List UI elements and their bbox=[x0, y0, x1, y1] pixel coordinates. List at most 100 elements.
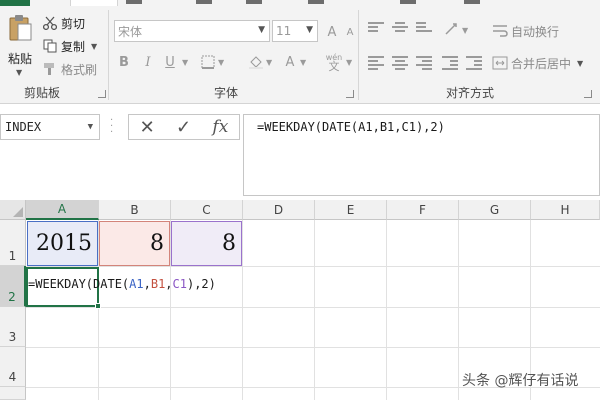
formula-ref-c1: C1 bbox=[172, 277, 187, 291]
column-header-f[interactable]: F bbox=[387, 200, 459, 220]
column-header-c[interactable]: C bbox=[171, 200, 243, 220]
tab-file[interactable] bbox=[0, 0, 30, 6]
watermark-text: 头条 @辉仔有话说 bbox=[462, 373, 579, 389]
fill-color-dropdown-icon[interactable]: ▼ bbox=[266, 58, 272, 67]
tab-review[interactable] bbox=[400, 0, 416, 4]
copy-button[interactable]: 复制 ▼ bbox=[42, 37, 97, 55]
format-painter-label: 格式刷 bbox=[61, 62, 98, 77]
group-divider bbox=[358, 10, 359, 100]
paste-button[interactable]: 粘贴 ▼ bbox=[4, 14, 36, 77]
borders-dropdown-icon[interactable]: ▼ bbox=[218, 58, 224, 67]
column-header-g[interactable]: G bbox=[459, 200, 531, 220]
name-box-value: INDEX bbox=[5, 120, 42, 134]
row-header-4[interactable]: 4 bbox=[0, 347, 26, 387]
cancel-icon[interactable]: ✕ bbox=[140, 117, 155, 138]
tab-page-layout[interactable] bbox=[196, 0, 212, 4]
font-name-value: 宋体 bbox=[118, 24, 143, 39]
formula-sep: , bbox=[143, 277, 151, 291]
fill-color-icon[interactable] bbox=[246, 52, 266, 72]
cut-button[interactable]: 剪切 bbox=[42, 14, 85, 32]
format-painter-icon bbox=[42, 61, 58, 77]
bottom-align-icon[interactable] bbox=[416, 22, 432, 36]
increase-font-icon[interactable]: A bbox=[322, 22, 342, 42]
tab-strip bbox=[0, 0, 600, 6]
copy-dropdown-icon[interactable]: ▼ bbox=[91, 42, 97, 51]
font-size-value: 11 bbox=[276, 24, 292, 38]
cut-label: 剪切 bbox=[61, 16, 86, 31]
column-header-a[interactable]: A bbox=[26, 200, 99, 220]
gridline bbox=[26, 266, 600, 267]
column-header-e[interactable]: E bbox=[315, 200, 387, 220]
align-right-icon[interactable] bbox=[416, 56, 432, 70]
decrease-indent-icon[interactable] bbox=[442, 56, 458, 70]
chevron-down-icon: ▼ bbox=[306, 25, 313, 35]
decrease-font-icon[interactable]: A bbox=[340, 22, 360, 42]
font-name-combo[interactable]: 宋体 ▼ bbox=[114, 20, 270, 42]
formula-buttons: ✕ ✓ fx bbox=[128, 114, 240, 140]
gridline bbox=[458, 220, 459, 400]
in-cell-formula[interactable]: =WEEKDAY(DATE(A1,B1,C1),2) bbox=[28, 277, 216, 291]
formula-input[interactable]: =WEEKDAY(DATE(A1,B1,C1),2) bbox=[243, 114, 600, 196]
phonetic-char: 文 bbox=[328, 60, 340, 73]
formula-bar: INDEX ▼ · · · ✕ ✓ fx =WEEKDAY(DATE(A1,B1,C… bbox=[0, 104, 600, 200]
cell-a1[interactable]: 2015 bbox=[27, 221, 98, 266]
alignment-group-label: 对齐方式 bbox=[446, 86, 495, 100]
copy-icon bbox=[42, 38, 58, 54]
alignment-launcher-icon[interactable] bbox=[584, 90, 592, 98]
resize-handle-icon[interactable]: · · · bbox=[110, 116, 114, 138]
row-header-1[interactable]: 1 bbox=[0, 220, 26, 266]
insert-function-icon[interactable]: fx bbox=[212, 117, 228, 137]
row-header-5[interactable] bbox=[0, 387, 26, 400]
underline-dropdown-icon[interactable]: ▼ bbox=[182, 58, 188, 67]
font-size-combo[interactable]: 11 ▼ bbox=[272, 20, 318, 42]
formula-ref-b1: B1 bbox=[150, 277, 166, 291]
font-color-button[interactable]: A bbox=[280, 52, 300, 72]
wrap-text-icon bbox=[492, 23, 508, 39]
row-header-3[interactable]: 3 bbox=[0, 307, 26, 347]
formula-suffix: ),2) bbox=[186, 277, 216, 291]
formula-prefix: =WEEKDAY(DATE( bbox=[28, 277, 130, 291]
column-header-d[interactable]: D bbox=[243, 200, 315, 220]
gridline bbox=[242, 220, 243, 400]
borders-icon[interactable] bbox=[198, 52, 218, 72]
paste-dropdown-icon[interactable]: ▼ bbox=[16, 68, 22, 77]
underline-button[interactable]: U bbox=[160, 52, 180, 72]
phonetic-button[interactable]: wén 文 bbox=[322, 52, 346, 72]
column-header-b[interactable]: B bbox=[99, 200, 171, 220]
name-box[interactable]: INDEX ▼ bbox=[0, 114, 100, 140]
top-align-icon[interactable] bbox=[368, 22, 384, 36]
wrap-text-button[interactable]: 自动换行 bbox=[492, 22, 559, 40]
middle-align-icon[interactable] bbox=[392, 22, 408, 36]
chevron-down-icon[interactable]: ▼ bbox=[88, 122, 93, 132]
chevron-down-icon: ▼ bbox=[258, 25, 265, 35]
row-header-2[interactable]: 2 bbox=[0, 266, 26, 307]
font-color-dropdown-icon[interactable]: ▼ bbox=[300, 58, 306, 67]
select-all-button[interactable] bbox=[0, 200, 26, 220]
gridline bbox=[26, 347, 600, 348]
cell-b1[interactable]: 8 bbox=[99, 221, 170, 266]
tab-home[interactable] bbox=[70, 0, 118, 6]
formula-ref-a1: A1 bbox=[129, 277, 144, 291]
phonetic-dropdown-icon[interactable]: ▼ bbox=[346, 58, 352, 67]
tab-data[interactable] bbox=[308, 0, 324, 4]
italic-button[interactable]: I bbox=[138, 52, 158, 72]
tab-view[interactable] bbox=[464, 0, 480, 4]
tab-insert[interactable] bbox=[126, 0, 142, 4]
clipboard-launcher-icon[interactable] bbox=[98, 90, 106, 98]
merge-dropdown-icon[interactable]: ▼ bbox=[577, 59, 583, 68]
font-launcher-icon[interactable] bbox=[346, 90, 354, 98]
fill-handle[interactable] bbox=[95, 303, 101, 309]
orientation-dropdown-icon[interactable]: ▼ bbox=[462, 26, 468, 35]
enter-icon[interactable]: ✓ bbox=[176, 117, 191, 138]
align-left-icon[interactable] bbox=[368, 56, 384, 70]
tab-formulas[interactable] bbox=[246, 0, 262, 4]
orientation-icon[interactable] bbox=[442, 20, 462, 40]
format-painter-button[interactable]: 格式刷 bbox=[42, 60, 97, 78]
align-center-icon[interactable] bbox=[392, 56, 408, 70]
bold-button[interactable]: B bbox=[114, 52, 134, 72]
increase-indent-icon[interactable] bbox=[466, 56, 482, 70]
column-header-h[interactable]: H bbox=[531, 200, 600, 220]
cell-c1[interactable]: 8 bbox=[171, 221, 242, 266]
merge-center-button[interactable]: 合并后居中 ▼ bbox=[492, 54, 583, 72]
clipboard-group-label: 剪贴板 bbox=[24, 86, 61, 100]
